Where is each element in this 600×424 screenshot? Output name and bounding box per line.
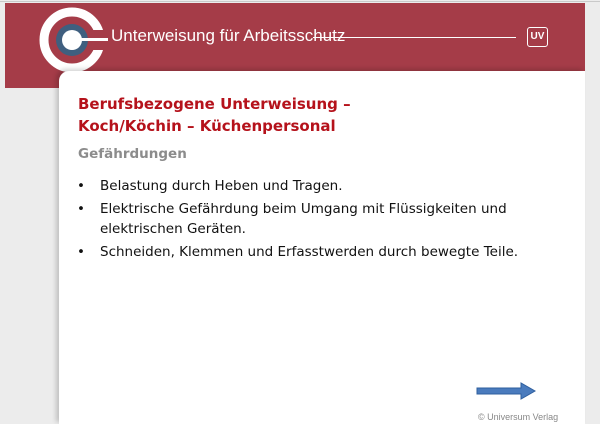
hazard-list: • Belastung durch Heben und Tragen. • El…	[73, 176, 573, 265]
uv-brand-badge: UV	[527, 27, 548, 47]
slide-title-line-2: Koch/Köchin – Küchenpersonal	[78, 117, 336, 135]
bullet-icon: •	[77, 178, 85, 194]
slide-title-line-1: Berufsbezogene Unterweisung –	[78, 95, 351, 113]
arrow-right-icon[interactable]	[475, 381, 537, 401]
list-item: • Schneiden, Klemmen und Erfasstwerden d…	[73, 242, 573, 262]
bullet-icon: •	[77, 201, 85, 217]
list-item: • Belastung durch Heben und Tragen.	[73, 176, 573, 196]
ring-target-logo-icon	[39, 7, 108, 73]
list-item-text: Elektrische Gefährdung beim Umgang mit F…	[100, 201, 507, 237]
list-item-text: Schneiden, Klemmen und Erfasstwerden dur…	[100, 244, 519, 260]
uv-badge-label: UV	[530, 31, 545, 42]
list-item: • Elektrische Gefährdung beim Umgang mit…	[73, 199, 573, 239]
list-item-text: Belastung durch Heben und Tragen.	[100, 178, 343, 194]
slide-title: Berufsbezogene Unterweisung – Koch/Köchi…	[78, 93, 351, 137]
header-title: Unterweisung für Arbeitsschutz	[111, 26, 346, 45]
header-divider-line	[313, 37, 516, 38]
copyright-notice: © Universum Verlag	[478, 412, 559, 422]
window-top-border	[0, 1, 600, 2]
slide-content: Berufsbezogene Unterweisung – Koch/Köchi…	[59, 71, 585, 424]
section-subtitle: Gefährdungen	[78, 146, 187, 162]
bullet-icon: •	[77, 244, 85, 260]
